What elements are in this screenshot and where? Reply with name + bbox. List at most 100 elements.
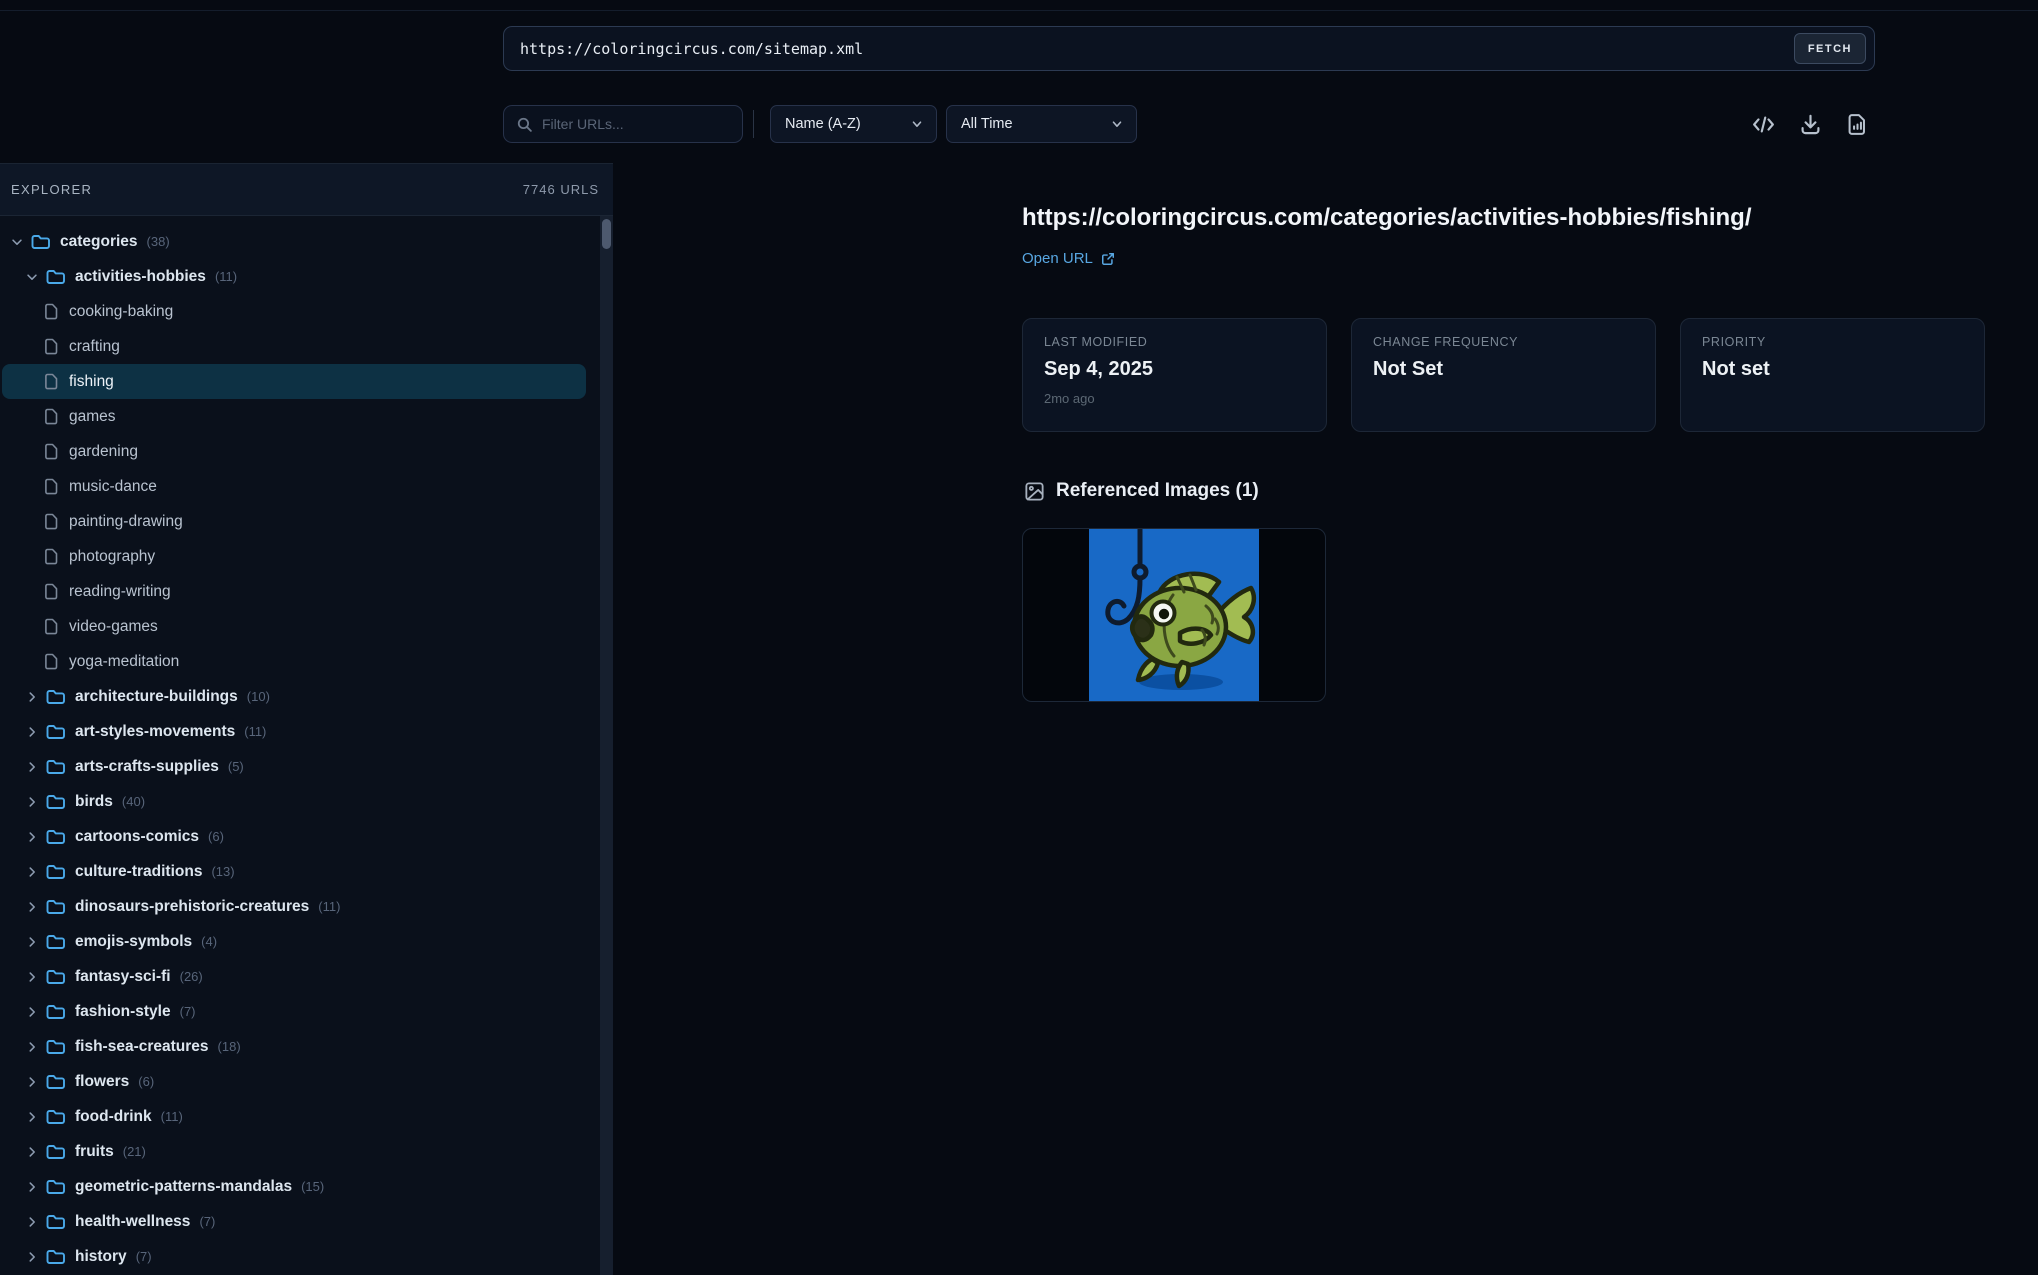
referenced-image-thumbnail[interactable] xyxy=(1022,528,1326,702)
sort-select[interactable]: Name (A-Z) xyxy=(770,105,937,143)
tree-folder-arts-crafts-supplies[interactable]: arts-crafts-supplies(5) xyxy=(2,749,586,784)
chevron-right-icon[interactable] xyxy=(25,900,39,914)
tree-item-label: games xyxy=(69,408,116,426)
file-icon xyxy=(44,338,59,355)
tree-folder-culture-traditions[interactable]: culture-traditions(13) xyxy=(2,854,586,889)
tree-item-label: fantasy-sci-fi xyxy=(75,968,171,986)
open-url-link[interactable]: Open URL xyxy=(1022,250,1115,267)
sitemap-url-input[interactable] xyxy=(504,27,1794,70)
chevron-right-icon[interactable] xyxy=(25,795,39,809)
tree-item-label: food-drink xyxy=(75,1108,152,1126)
chevron-right-icon[interactable] xyxy=(25,1075,39,1089)
tree-folder-birds[interactable]: birds(40) xyxy=(2,784,586,819)
tree-item-label: activities-hobbies xyxy=(75,268,206,286)
chevron-right-icon[interactable] xyxy=(25,1145,39,1159)
sitemap-explorer-app: FETCH Name (A-Z) All Time xyxy=(0,0,2038,1275)
folder-icon xyxy=(46,862,65,881)
tree-item-count: (18) xyxy=(218,1039,241,1054)
tree-item-count: (11) xyxy=(161,1109,183,1124)
external-link-icon xyxy=(1101,252,1115,266)
fish-illustration xyxy=(1089,529,1259,702)
chevron-right-icon[interactable] xyxy=(25,1250,39,1264)
chevron-right-icon[interactable] xyxy=(25,970,39,984)
tree-file-gardening[interactable]: gardening xyxy=(2,434,586,469)
tree-item-label: reading-writing xyxy=(69,583,171,601)
chevron-right-icon[interactable] xyxy=(25,830,39,844)
chevron-right-icon[interactable] xyxy=(25,690,39,704)
tree-item-label: art-styles-movements xyxy=(75,723,235,741)
tree-folder-food-drink[interactable]: food-drink (11) xyxy=(2,1099,586,1134)
tree-folder-history[interactable]: history(7) xyxy=(2,1239,586,1274)
chevron-right-icon[interactable] xyxy=(25,935,39,949)
file-icon xyxy=(44,548,59,565)
folder-icon xyxy=(46,722,65,741)
chevron-right-icon[interactable] xyxy=(25,1005,39,1019)
tree-folder-fish-sea-creatures[interactable]: fish-sea-creatures(18) xyxy=(2,1029,586,1064)
tree-item-count: (10) xyxy=(247,689,270,704)
tree-item-label: health-wellness xyxy=(75,1213,190,1231)
tree-folder-fantasy-sci-fi[interactable]: fantasy-sci-fi(26) xyxy=(2,959,586,994)
tree-folder-dinosaurs-prehistoric-creatures[interactable]: dinosaurs-prehistoric-creatures(11) xyxy=(2,889,586,924)
tree-folder-activities-hobbies[interactable]: activities-hobbies(11) xyxy=(2,259,586,294)
download-icon[interactable] xyxy=(1799,113,1822,136)
tree-file-reading-writing[interactable]: reading-writing xyxy=(2,574,586,609)
tree-file-cooking-baking[interactable]: cooking-baking xyxy=(2,294,586,329)
code-icon[interactable] xyxy=(1752,113,1775,136)
tree-folder-health-wellness[interactable]: health-wellness(7) xyxy=(2,1204,586,1239)
chevron-right-icon[interactable] xyxy=(25,865,39,879)
file-chart-icon[interactable] xyxy=(1846,113,1869,136)
tree-file-photography[interactable]: photography xyxy=(2,539,586,574)
tree-folder-categories[interactable]: categories(38) xyxy=(2,224,586,259)
chevron-right-icon[interactable] xyxy=(25,760,39,774)
tree-file-yoga-meditation[interactable]: yoga-meditation xyxy=(2,644,586,679)
tree-item-label: gardening xyxy=(69,443,138,461)
tree-folder-art-styles-movements[interactable]: art-styles-movements(11) xyxy=(2,714,586,749)
folder-icon xyxy=(46,267,65,286)
sidebar-scrollbar-track[interactable] xyxy=(600,216,613,1275)
metadata-cards: LAST MODIFIED Sep 4, 2025 2mo ago CHANGE… xyxy=(1022,318,1985,432)
file-icon xyxy=(44,653,59,670)
tree-folder-fashion-style[interactable]: fashion-style(7) xyxy=(2,994,586,1029)
folder-icon xyxy=(46,827,65,846)
file-icon xyxy=(44,373,59,390)
tree-file-crafting[interactable]: crafting xyxy=(2,329,586,364)
tree-folder-architecture-buildings[interactable]: architecture-buildings (10) xyxy=(2,679,586,714)
tree-file-fishing[interactable]: fishing xyxy=(2,364,586,399)
tree-item-label: geometric-patterns-mandalas xyxy=(75,1178,292,1196)
chevron-right-icon[interactable] xyxy=(25,1180,39,1194)
chevron-right-icon[interactable] xyxy=(25,1040,39,1054)
tree-item-label: architecture-buildings xyxy=(75,688,238,706)
chevron-down-icon[interactable] xyxy=(10,235,24,249)
tree-item-label: crafting xyxy=(69,338,120,356)
fetch-button[interactable]: FETCH xyxy=(1794,33,1866,64)
card-value: Not set xyxy=(1702,358,1963,381)
tree-folder-fruits[interactable]: fruits(21) xyxy=(2,1134,586,1169)
time-filter-select[interactable]: All Time xyxy=(946,105,1137,143)
folder-icon xyxy=(46,1212,65,1231)
sidebar-scrollbar-thumb[interactable] xyxy=(602,219,611,249)
tree-item-label: photography xyxy=(69,548,155,566)
tree-file-music-dance[interactable]: music-dance xyxy=(2,469,586,504)
card-value: Sep 4, 2025 xyxy=(1044,358,1305,381)
chevron-right-icon[interactable] xyxy=(25,1215,39,1229)
filter-urls-input[interactable] xyxy=(542,116,730,132)
tree-file-games[interactable]: games xyxy=(2,399,586,434)
folder-icon xyxy=(46,1002,65,1021)
tree-item-label: cooking-baking xyxy=(69,303,173,321)
referenced-images-title: Referenced Images (1) xyxy=(1056,480,1259,502)
tree-file-video-games[interactable]: video-games xyxy=(2,609,586,644)
tree-file-painting-drawing[interactable]: painting-drawing xyxy=(2,504,586,539)
page-title: https://coloringcircus.com/categories/ac… xyxy=(1022,204,2002,232)
tree-item-label: fruits xyxy=(75,1143,114,1161)
file-icon xyxy=(44,408,59,425)
tree-folder-flowers[interactable]: flowers(6) xyxy=(2,1064,586,1099)
tree-folder-cartoons-comics[interactable]: cartoons-comics(6) xyxy=(2,819,586,854)
tree-folder-geometric-patterns-mandalas[interactable]: geometric-patterns-mandalas(15) xyxy=(2,1169,586,1204)
file-icon xyxy=(44,443,59,460)
chevron-down-icon[interactable] xyxy=(25,270,39,284)
tree-folder-emojis-symbols[interactable]: emojis-symbols(4) xyxy=(2,924,586,959)
chevron-right-icon[interactable] xyxy=(25,725,39,739)
folder-icon xyxy=(31,232,50,251)
chevron-right-icon[interactable] xyxy=(25,1110,39,1124)
tree-item-count: (7) xyxy=(180,1004,196,1019)
